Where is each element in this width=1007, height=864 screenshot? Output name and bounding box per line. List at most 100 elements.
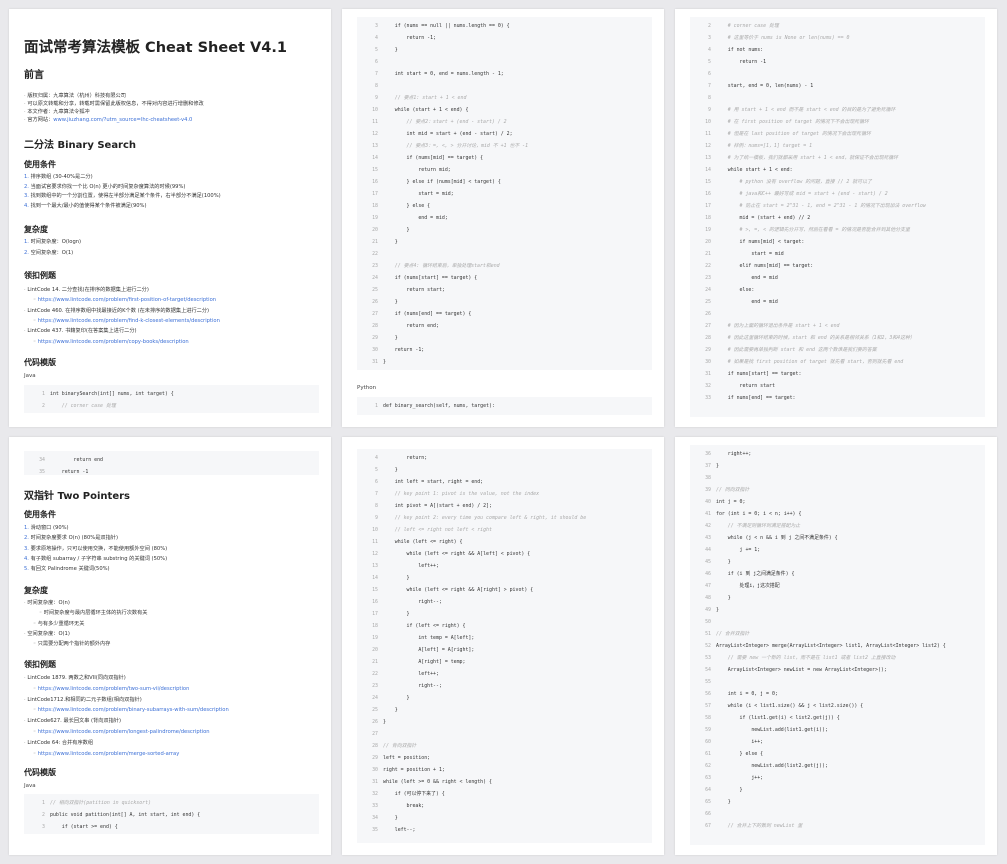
line-number: 39 — [705, 487, 711, 493]
code-comment: # corner case 处理 — [716, 23, 779, 29]
list-item: · LintCode 14. 二分查找(在排序的数据集上进行二分) — [24, 287, 149, 293]
code-line: 37} — [690, 461, 985, 471]
list-item: · 时间复杂度：O(n) — [24, 600, 70, 606]
line-number: 7 — [375, 71, 378, 77]
line-number: 32 — [372, 791, 378, 797]
link[interactable]: https://www.lintcode.com/problem/merge-s… — [38, 751, 180, 757]
list-text: LintCode1712.和相同的二元子数组(相向双指针) — [27, 696, 142, 703]
line-number: 66 — [705, 811, 711, 817]
code-line: 10 while (start + 1 < end) { — [357, 105, 652, 115]
line-number: 35 — [39, 469, 45, 475]
code-line: 8 — [357, 81, 652, 91]
code-text: ArrayList<Integer> merge(ArrayList<Integ… — [716, 643, 946, 649]
line-number: 63 — [705, 775, 711, 781]
code-block-continued: 34 return end 35 return -1 — [24, 451, 319, 475]
list-item: 2. 当面试官要求你找一个比 O(n) 更小的时间复杂度算法的时候(99%) — [24, 184, 185, 190]
code-comment: // key point 1: pivot is the value, not … — [383, 491, 540, 497]
code-text: if not nums: — [716, 47, 764, 53]
code-line: 36 right++; — [690, 449, 985, 459]
code-line: 26} — [357, 717, 652, 727]
code-line: 42 // 不满足则循环到满足搭配为止 — [690, 521, 985, 531]
line-number: 36 — [705, 451, 711, 457]
code-line: 45 } — [690, 557, 985, 567]
line-number: 16 — [705, 191, 711, 197]
line-number: 58 — [705, 715, 711, 721]
line-number: 29 — [705, 347, 711, 353]
code-text: } — [383, 695, 410, 701]
line-number: 34 — [39, 457, 45, 463]
code-text: } — [383, 611, 410, 617]
line-number: 12 — [372, 131, 378, 137]
code-line: 51 // 合并双指针 — [690, 629, 985, 639]
link[interactable]: https://www.lintcode.com/problem/find-k-… — [38, 318, 220, 324]
code-line: 16 } else if (nums[mid] < target) { — [357, 177, 652, 187]
list-item: ◦ https://www.lintcode.com/problem/longe… — [33, 729, 210, 735]
line-number: 15 — [372, 587, 378, 593]
code-line: 8 — [690, 93, 985, 103]
code-block: 36 right++; 37} 38 39 // 同向双指针 40 int j = 0; 41… — [690, 445, 985, 845]
code-line: 35 return -1 — [24, 467, 319, 477]
examples-heading: 领扣例题 — [24, 660, 56, 669]
code-text: if (i 到 j之间满足条件) { — [716, 571, 795, 577]
code-line: 30 right = position + 1; — [357, 765, 652, 775]
list-text: 空间复杂度：O(1) — [30, 249, 74, 256]
line-number: 3 — [375, 23, 378, 29]
line-number: 33 — [705, 395, 711, 401]
code-line: 44 j += 1; — [690, 545, 985, 555]
code-line: 9 # 用 start + 1 < end 而不是 start < end 的目… — [690, 105, 985, 115]
code-line: 13 # 为了统一模板，我们就都采用 start + 1 < end，就保证不会… — [690, 153, 985, 163]
list-text: 要求原地操作，只可以使用交换，不能使用额外空间 (80%) — [30, 545, 168, 552]
code-text: right = position + 1; — [383, 767, 445, 773]
list-item: ◦ 时间复杂度与最内层循环主体的执行次数有关 — [39, 610, 147, 616]
code-line: 25 return start; — [357, 285, 652, 295]
code-text: for (int i = 0; i < n; i++) { — [716, 511, 802, 517]
code-text: j++; — [716, 775, 764, 781]
list-number: 1. — [24, 174, 29, 180]
template-heading: 代码模版 — [24, 768, 56, 777]
code-comment: // 相向双指针(patition in quicksort) — [50, 800, 152, 806]
code-comment: # 因此需要再单独判断 start 和 end 这两个数谁是我们要的答案 — [716, 347, 877, 353]
conditions-heading: 使用条件 — [24, 160, 56, 169]
code-line: 49} — [690, 605, 985, 615]
list-text: LintCode 64: 合并有序数组 — [27, 739, 94, 746]
list-item: 2. 时间复杂度要求 O(n) (80%是双指针) — [24, 535, 118, 541]
link[interactable]: https://www.lintcode.com/problem/first-p… — [38, 297, 216, 303]
code-line: 24 if (nums[start] == target) { — [357, 273, 652, 283]
line-number: 8 — [375, 503, 378, 509]
code-line: 1 int binarySearch(int[] nums, int target… — [24, 389, 319, 399]
code-line: 1 def binary_search(self, nums, target): — [357, 401, 652, 411]
line-number: 27 — [372, 731, 378, 737]
list-number: 5. — [24, 566, 29, 573]
link[interactable]: https://www.lintcode.com/problem/copy-bo… — [38, 339, 189, 345]
code-line: 16 # java和C++ 最好写成 mid = start + (end - … — [690, 189, 985, 199]
code-comment: # 这里等价于 nums is None or len(nums) == 0 — [716, 35, 850, 41]
line-number: 10 — [705, 119, 711, 125]
complexity-heading: 复杂度 — [24, 225, 48, 234]
line-number: 13 — [372, 143, 378, 149]
line-number: 60 — [705, 739, 711, 745]
list-item: 2. 空间复杂度：O(1) — [24, 250, 73, 256]
link[interactable]: https://www.lintcode.com/problem/binary-… — [38, 707, 229, 713]
code-text: if (nums[start] == target) { — [383, 275, 478, 281]
code-text: while start + 1 < end: — [716, 167, 793, 173]
line-number: 14 — [372, 155, 378, 161]
line-number: 2 — [708, 23, 711, 29]
code-line: 23 right--; — [357, 681, 652, 691]
link[interactable]: www.jiuzhang.com/?utm_source=lhc-cheatsh… — [53, 117, 192, 123]
line-number: 28 — [372, 323, 378, 329]
code-line: 46 if (i 到 j之间满足条件) { — [690, 569, 985, 579]
code-comment: // left <= right not left < right — [383, 527, 492, 533]
code-line: 5 } — [357, 45, 652, 55]
code-text: } — [383, 359, 386, 365]
line-number: 23 — [705, 275, 711, 281]
link[interactable]: https://www.lintcode.com/problem/two-sum… — [38, 686, 190, 692]
line-number: 12 — [705, 143, 711, 149]
code-text: } — [383, 227, 410, 233]
line-number: 32 — [705, 383, 711, 389]
code-text: while (left <= right && A[left] < pivot)… — [383, 551, 531, 557]
line-number: 30 — [705, 359, 711, 365]
code-line: 52 ArrayList<Integer> merge(ArrayList<Int… — [690, 641, 985, 651]
link[interactable]: https://www.lintcode.com/problem/longest… — [38, 729, 210, 735]
examples-heading: 领扣例题 — [24, 271, 56, 280]
line-number: 27 — [705, 323, 711, 329]
